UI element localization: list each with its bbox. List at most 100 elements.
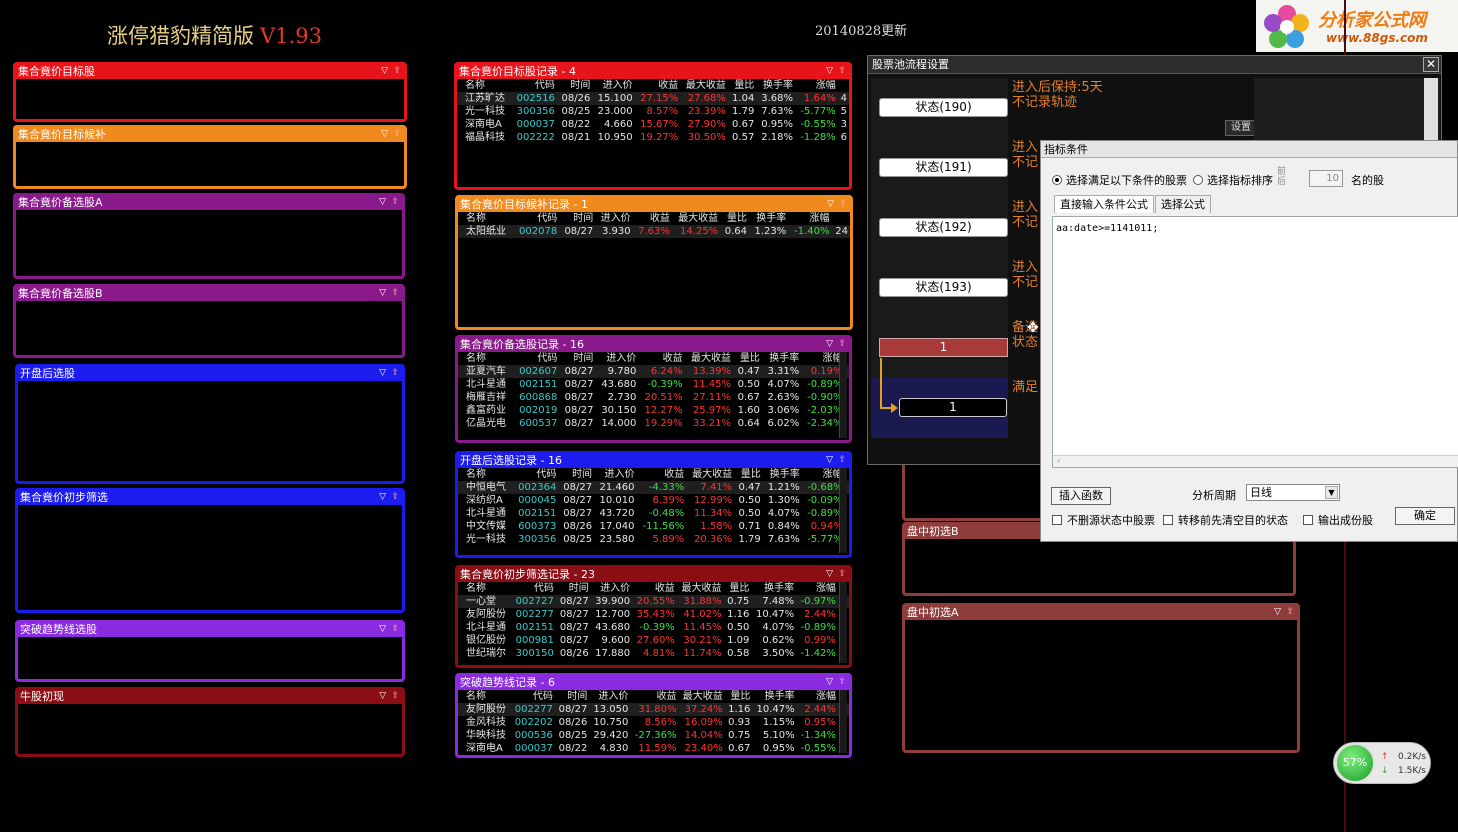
- pin-icon[interactable]: ⇧: [391, 287, 399, 300]
- ok-button[interactable]: 确定: [1395, 507, 1455, 525]
- table-row[interactable]: 金风科技 002202 08/26 10.750 8.56% 16.09% 0.93 1.15…: [458, 716, 849, 729]
- state-193[interactable]: 状态(193): [879, 278, 1008, 297]
- radio-sort[interactable]: 选择指标排序: [1193, 172, 1273, 188]
- scrollbar[interactable]: [1424, 78, 1438, 142]
- table-row[interactable]: 北斗星通 002151 08/27 43.720 -0.48% 11.34% 0.50 4.0…: [458, 507, 849, 520]
- panel-candidate-b: 集合竟价备选股B ▽ ⇧: [13, 284, 405, 358]
- column-header: 名称: [466, 583, 486, 594]
- table-row[interactable]: 北斗星通 002151 08/27 43.680 -0.39% 11.45% 0.50 4.0…: [458, 378, 849, 391]
- insert-function-button[interactable]: 插入函数: [1051, 487, 1111, 505]
- chk-output-components[interactable]: 输出成份股: [1303, 512, 1373, 528]
- table-cell: 002019: [519, 405, 558, 416]
- filter-icon[interactable]: ▽: [827, 198, 834, 211]
- pin-icon[interactable]: ⇧: [391, 690, 399, 703]
- filter-icon[interactable]: ▽: [381, 65, 388, 78]
- formula-text[interactable]: aa:date>=1141011;: [1053, 217, 1458, 240]
- close-button[interactable]: ✕: [1423, 57, 1439, 72]
- state-node-target[interactable]: 1: [899, 398, 1007, 417]
- scrollbar[interactable]: [839, 582, 847, 663]
- scrollbar[interactable]: [839, 690, 847, 753]
- pin-icon[interactable]: ⇧: [391, 196, 399, 209]
- table-row[interactable]: 亚夏汽车 002607 08/27 9.780 6.24% 13.39% 0.47 3.31%…: [458, 365, 849, 378]
- table-row[interactable]: 光一科技 300356 08/25 23.000 8.57% 23.39% 1.79 7.63…: [457, 105, 849, 118]
- pin-icon[interactable]: ⇧: [391, 367, 399, 380]
- period-value: 日线: [1250, 486, 1272, 499]
- pin-icon[interactable]: ⇧: [393, 128, 401, 141]
- pin-icon[interactable]: ⇧: [391, 623, 399, 636]
- filter-icon[interactable]: ▽: [381, 128, 388, 141]
- nor-label: 不记: [1012, 275, 1039, 290]
- table-row[interactable]: 华映科技 000536 08/25 29.420 -27.36% 14.04% 0.75 5.…: [458, 729, 849, 742]
- filter-icon[interactable]: ▽: [379, 367, 386, 380]
- pin-icon[interactable]: ⇧: [1286, 606, 1294, 619]
- radio-icon[interactable]: [1052, 175, 1062, 185]
- filter-icon[interactable]: ▽: [379, 287, 386, 300]
- pin-icon[interactable]: ⇧: [839, 198, 847, 211]
- table-row[interactable]: 中恒电气 002364 08/27 21.460 -4.33% 7.41% 0.47 1.21…: [458, 481, 849, 494]
- table-row[interactable]: 友阿股份 002277 08/27 13.050 31.80% 37.24% 1.16 10.…: [458, 703, 849, 716]
- table-row[interactable]: 光一科技 300356 08/25 23.580 5.89% 20.36% 1.79 7.63…: [458, 533, 849, 546]
- state-190[interactable]: 状态(190): [879, 98, 1008, 117]
- table-row[interactable]: 中文传媒 600373 08/26 17.040 -11.56% 1.58% 0.71 0.8…: [458, 520, 849, 533]
- period-select[interactable]: 日线 ▼: [1246, 484, 1340, 501]
- table-row[interactable]: 福晶科技 002222 08/21 10.950 19.27% 30.50% 0.57 2.1…: [457, 131, 849, 144]
- table-row[interactable]: 鑫富药业 002019 08/27 30.150 12.27% 25.97% 1.60 3.0…: [458, 404, 849, 417]
- column-header: 换手率: [764, 691, 795, 702]
- state-node[interactable]: 1: [879, 338, 1008, 357]
- checkbox-icon[interactable]: [1052, 515, 1062, 525]
- table-cell: 1.58%: [700, 521, 733, 532]
- table-row[interactable]: 一心堂 002727 08/27 39.900 20.55% 31.88% 0.75 7.48…: [458, 595, 849, 608]
- chk-keep-source[interactable]: 不删源状态中股票: [1052, 512, 1155, 528]
- filter-icon[interactable]: ▽: [379, 623, 386, 636]
- tab-select-formula[interactable]: 选择公式: [1155, 195, 1211, 213]
- table-row[interactable]: 深南电A 000037 08/22 4.660 15.67% 27.90% 0.67 0.95…: [457, 118, 849, 131]
- state-191[interactable]: 状态(191): [879, 158, 1008, 177]
- filter-icon[interactable]: ▽: [826, 568, 833, 581]
- scrollbar[interactable]: [839, 468, 847, 553]
- table-row[interactable]: 世纪瑞尔 300150 08/26 17.880 4.81% 11.74% 0.58 3.50…: [458, 647, 849, 660]
- table-row[interactable]: 银亿股份 000981 08/27 9.600 27.60% 30.21% 1.09 0.62…: [458, 634, 849, 647]
- scrollbar[interactable]: [839, 352, 847, 438]
- pin-icon[interactable]: ⇧: [838, 568, 846, 581]
- record-panel-title: 集合竟价目标股记录 - 4: [459, 65, 576, 78]
- tab-direct-formula[interactable]: 直接输入条件公式: [1054, 195, 1154, 213]
- count-input[interactable]: 10: [1309, 170, 1343, 187]
- radio-satisfy[interactable]: 选择满足以下条件的股票: [1052, 172, 1187, 188]
- table-row[interactable]: 深南电A 000037 08/22 4.830 11.59% 23.40% 0.67 0.95…: [458, 742, 849, 755]
- pin-icon[interactable]: ⇧: [391, 491, 399, 504]
- set-button[interactable]: 设置: [1225, 120, 1257, 136]
- table-row[interactable]: 梅雁吉祥 600868 08/27 2.730 20.51% 27.11% 0.67 2.63…: [458, 391, 849, 404]
- filter-icon[interactable]: ▽: [826, 454, 833, 467]
- table-cell: 600373: [518, 521, 557, 532]
- checkbox-icon[interactable]: [1303, 515, 1313, 525]
- table-row[interactable]: 太阳纸业 002078 08/27 3.930 7.63% 14.25% 0.64 1.23%…: [458, 225, 850, 238]
- filter-icon[interactable]: ▽: [379, 491, 386, 504]
- column-header: 量比: [739, 353, 760, 364]
- net-percent[interactable]: 57%: [1335, 743, 1375, 783]
- radio-icon[interactable]: [1193, 175, 1203, 185]
- pin-icon[interactable]: ⇧: [838, 676, 846, 689]
- formula-editor[interactable]: aa:date>=1141011; ‹: [1052, 216, 1458, 468]
- front-back-radios[interactable]: 前后: [1277, 167, 1286, 187]
- filter-icon[interactable]: ▽: [826, 338, 833, 351]
- column-header: 量比: [740, 469, 761, 480]
- pin-icon[interactable]: ⇧: [838, 338, 846, 351]
- filter-icon[interactable]: ▽: [379, 690, 386, 703]
- table-row[interactable]: 亿晶光电 600537 08/27 14.000 19.29% 33.21% 0.64 6.0…: [458, 417, 849, 430]
- state-192[interactable]: 状态(192): [879, 218, 1008, 237]
- pin-icon[interactable]: ⇧: [393, 65, 401, 78]
- table-row[interactable]: 深纺织A 000045 08/27 10.010 6.39% 12.99% 0.50 1.30…: [458, 494, 849, 507]
- table-row[interactable]: 北斗星通 002151 08/27 43.680 -0.39% 11.45% 0.50 4.0…: [458, 621, 849, 634]
- checkbox-icon[interactable]: [1163, 515, 1173, 525]
- filter-icon[interactable]: ▽: [1274, 606, 1281, 619]
- horizontal-scrollbar[interactable]: ‹: [1053, 455, 1458, 467]
- pin-icon[interactable]: ⇧: [838, 454, 846, 467]
- chk-clear-target[interactable]: 转移前先清空目的状态: [1163, 512, 1288, 528]
- table-row[interactable]: 友阿股份 002277 08/27 12.700 35.43% 41.02% 1.16 10.…: [458, 608, 849, 621]
- filter-icon[interactable]: ▽: [826, 65, 833, 78]
- chevron-down-icon[interactable]: ▼: [1325, 486, 1338, 499]
- filter-icon[interactable]: ▽: [826, 676, 833, 689]
- table-row[interactable]: 江苏旷达 002516 08/26 15.100 27.15% 27.68% 1.04 3.6…: [457, 92, 849, 105]
- filter-icon[interactable]: ▽: [379, 196, 386, 209]
- pin-icon[interactable]: ⇧: [838, 65, 846, 78]
